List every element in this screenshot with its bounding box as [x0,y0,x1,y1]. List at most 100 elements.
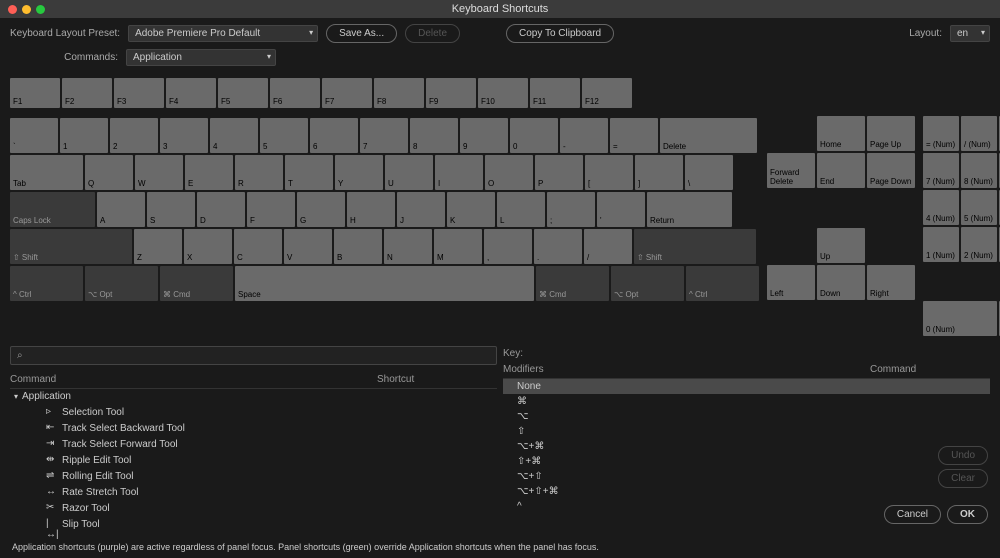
save-as-button[interactable]: Save As... [326,24,397,43]
cancel-button[interactable]: Cancel [884,505,941,524]
key-opt[interactable]: ⌥ Opt [85,266,158,301]
key-q[interactable]: Q [85,155,133,190]
close-icon[interactable] [8,5,17,14]
key-f1[interactable]: F1 [10,78,60,108]
key-`[interactable]: ` [10,118,58,153]
key-5[interactable]: 5 [260,118,308,153]
tree-item[interactable]: ⇹Ripple Edit Tool [10,452,497,468]
key-u[interactable]: U [385,155,433,190]
key-2[interactable]: 2 [110,118,158,153]
key-f5[interactable]: F5 [218,78,268,108]
key-f2[interactable]: F2 [62,78,112,108]
undo-button[interactable]: Undo [938,446,988,465]
key-up[interactable]: Up [817,228,865,263]
tree-item[interactable]: ⇤Track Select Backward Tool [10,420,497,436]
modifier-row[interactable]: ⇧+⌘ [503,454,990,469]
key-f[interactable]: F [247,192,295,227]
key-w[interactable]: W [135,155,183,190]
key-return[interactable]: Return [647,192,732,227]
modifier-row[interactable]: ⌥+⇧ [503,469,990,484]
key-ctrl[interactable]: ^ Ctrl [686,266,759,301]
tree-item[interactable]: ↔Rate Stretch Tool [10,484,497,500]
key-n[interactable]: N [384,229,432,264]
key-r[interactable]: R [235,155,283,190]
key-f8[interactable]: F8 [374,78,424,108]
key-num[interactable]: = (Num) [923,116,959,151]
modifier-row[interactable]: ⌥+⌘ [503,439,990,454]
key-f3[interactable]: F3 [114,78,164,108]
clear-button[interactable]: Clear [938,469,988,488]
tree-root[interactable]: ▾Application [10,389,497,404]
key-/[interactable]: / [584,229,632,264]
key-][interactable]: ] [635,155,683,190]
ok-button[interactable]: OK [947,505,988,524]
key-right[interactable]: Right [867,265,915,300]
key-f9[interactable]: F9 [426,78,476,108]
key-5num[interactable]: 5 (Num) [961,190,997,225]
key-home[interactable]: Home [817,116,865,151]
key-g[interactable]: G [297,192,345,227]
key-left[interactable]: Left [767,265,815,300]
key-4[interactable]: 4 [210,118,258,153]
key-f12[interactable]: F12 [582,78,632,108]
key-m[interactable]: M [434,229,482,264]
modifier-row[interactable]: ⇧ [503,424,990,439]
key-down[interactable]: Down [817,265,865,300]
maximize-icon[interactable] [36,5,45,14]
key-1[interactable]: 1 [60,118,108,153]
key-f11[interactable]: F11 [530,78,580,108]
key-h[interactable]: H [347,192,395,227]
key-t[interactable]: T [285,155,333,190]
key-pagedown[interactable]: Page Down [867,153,915,188]
key-j[interactable]: J [397,192,445,227]
key-1num[interactable]: 1 (Num) [923,227,959,262]
layout-dropdown[interactable]: en [950,25,990,42]
key-6[interactable]: 6 [310,118,358,153]
key-p[interactable]: P [535,155,583,190]
minimize-icon[interactable] [22,5,31,14]
delete-button[interactable]: Delete [405,24,460,43]
tree-item[interactable]: ⇥Track Select Forward Tool [10,436,497,452]
key-o[interactable]: O [485,155,533,190]
key-c[interactable]: C [234,229,282,264]
key-8num[interactable]: 8 (Num) [961,153,997,188]
key-3[interactable]: 3 [160,118,208,153]
key-num[interactable]: / (Num) [961,116,997,151]
tree-item[interactable]: ⇌Rolling Edit Tool [10,468,497,484]
key-;[interactable]: ; [547,192,595,227]
key-f10[interactable]: F10 [478,78,528,108]
key-7[interactable]: 7 [360,118,408,153]
search-input[interactable] [10,346,497,365]
key-d[interactable]: D [197,192,245,227]
key-⇧ shift[interactable]: ⇧ Shift [10,229,132,264]
key-x[interactable]: X [184,229,232,264]
key-delete[interactable]: Delete [660,118,757,153]
key-[[interactable]: [ [585,155,633,190]
key-9[interactable]: 9 [460,118,508,153]
key-f7[interactable]: F7 [322,78,372,108]
tree-item[interactable]: ▹Selection Tool [10,404,497,420]
key-4num[interactable]: 4 (Num) [923,190,959,225]
key-0[interactable]: 0 [510,118,558,153]
key--[interactable]: - [560,118,608,153]
key-b[interactable]: B [334,229,382,264]
commands-dropdown[interactable]: Application [126,49,276,66]
key-i[interactable]: I [435,155,483,190]
key-l[interactable]: L [497,192,545,227]
key-tab[interactable]: Tab [10,155,83,190]
key-pageup[interactable]: Page Up [867,116,915,151]
key-7num[interactable]: 7 (Num) [923,153,959,188]
modifier-row[interactable]: ⌥+⇧+⌘ [503,484,990,499]
key-k[interactable]: K [447,192,495,227]
key-f6[interactable]: F6 [270,78,320,108]
key-fwddelete[interactable]: Forward Delete [767,153,815,188]
key-y[interactable]: Y [335,155,383,190]
tree-item[interactable]: ✂Razor Tool [10,500,497,516]
key-.[interactable]: . [534,229,582,264]
key-a[interactable]: A [97,192,145,227]
key-2num[interactable]: 2 (Num) [961,227,997,262]
key-e[interactable]: E [185,155,233,190]
copy-clipboard-button[interactable]: Copy To Clipboard [506,24,614,43]
modifier-row[interactable]: ⌥ [503,409,990,424]
key-v[interactable]: V [284,229,332,264]
